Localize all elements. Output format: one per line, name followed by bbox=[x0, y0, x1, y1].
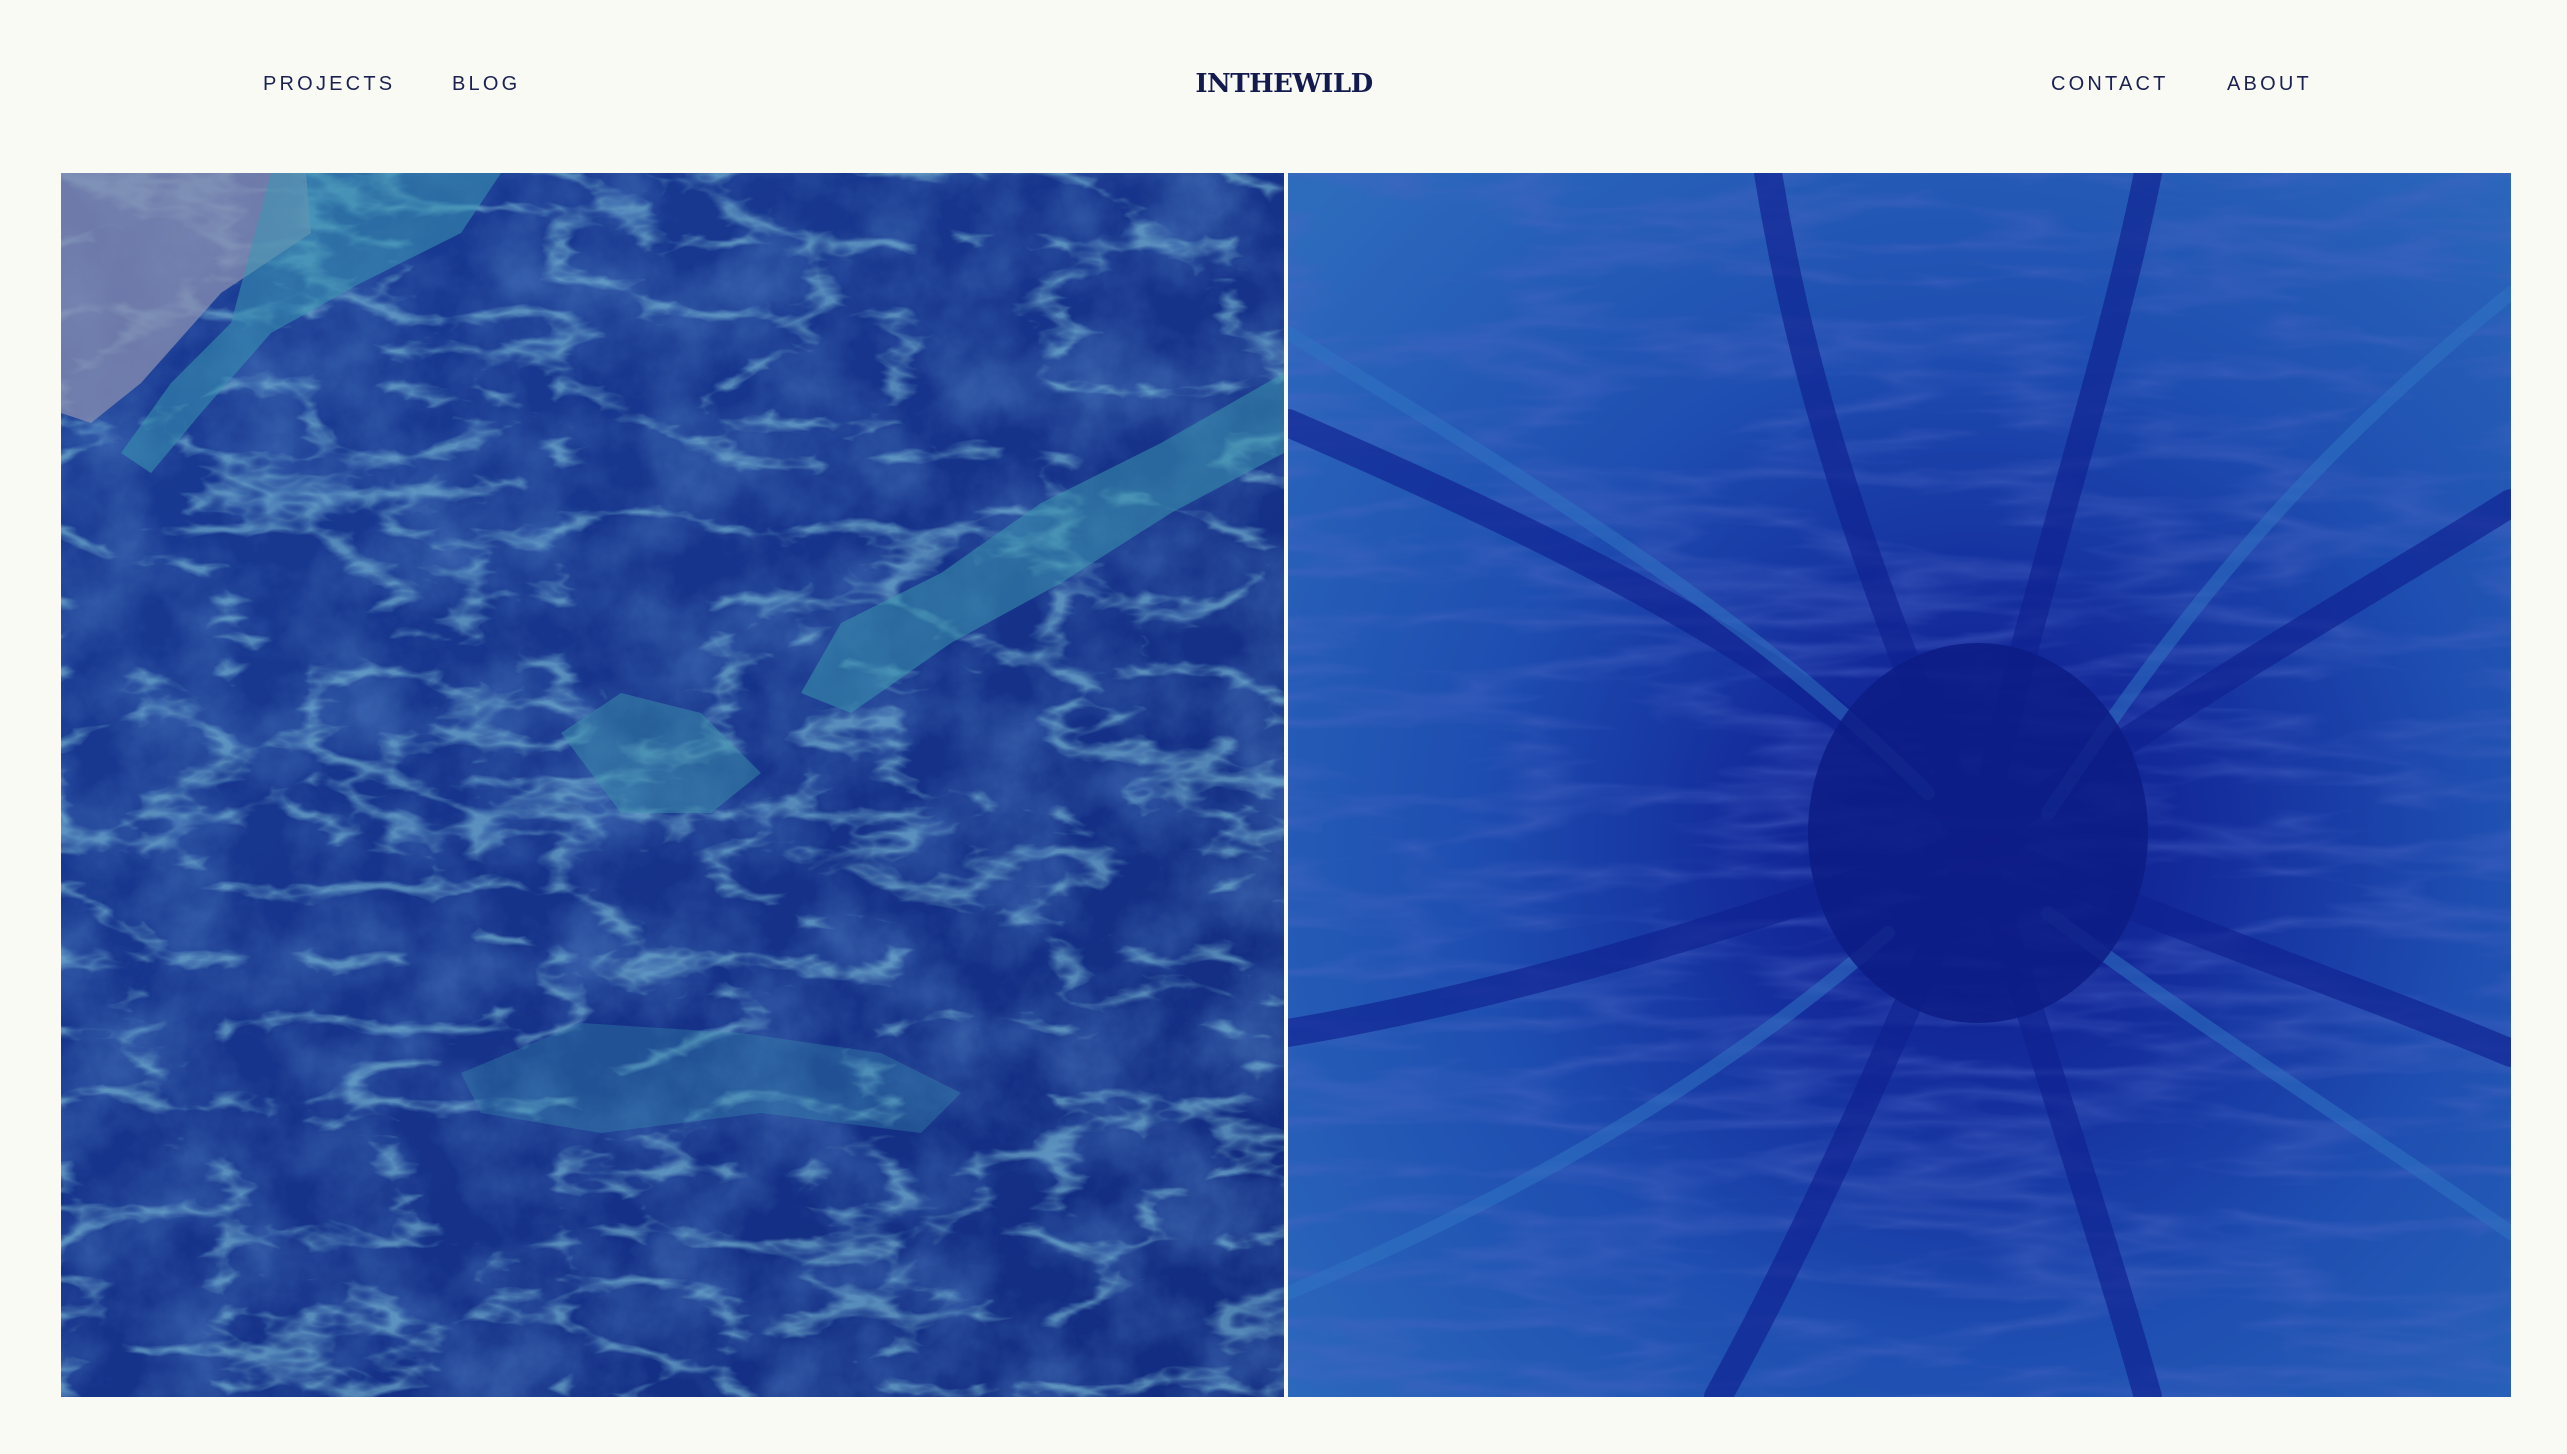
nav-link-contact[interactable]: CONTACT bbox=[2051, 72, 2169, 96]
swirl-texture bbox=[1288, 173, 2511, 1397]
nav-link-projects[interactable]: PROJECTS bbox=[263, 72, 395, 96]
marble-texture bbox=[61, 173, 1284, 1397]
nav-link-about[interactable]: ABOUT bbox=[2227, 72, 2312, 96]
site-logo[interactable]: INTHEWILD bbox=[1134, 66, 1434, 102]
gallery-image-swirl[interactable] bbox=[1288, 173, 2511, 1397]
nav-link-blog[interactable]: BLOG bbox=[452, 72, 520, 96]
gallery-image-marble[interactable] bbox=[61, 173, 1284, 1397]
